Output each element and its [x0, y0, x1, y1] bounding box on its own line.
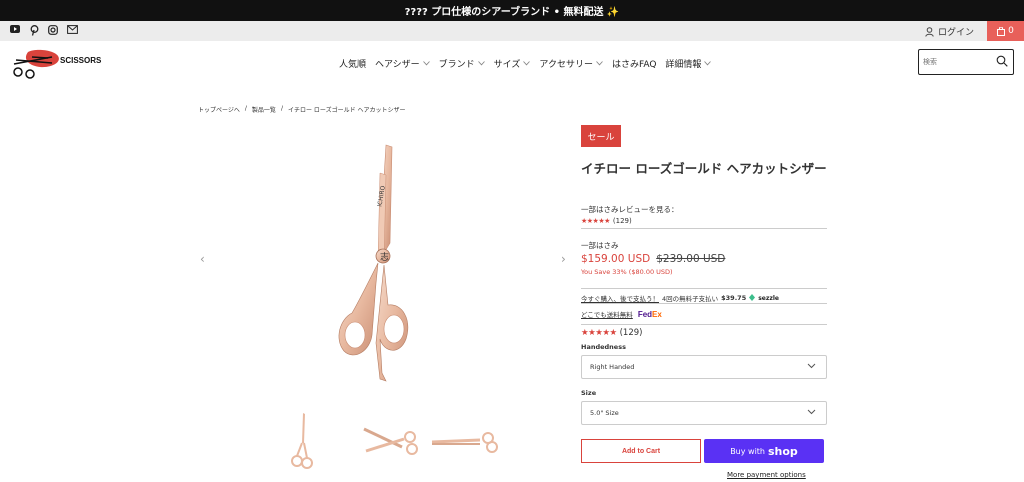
- nav-item-2[interactable]: ブランド: [439, 57, 485, 70]
- nav-item-5[interactable]: はさみFAQ: [612, 57, 656, 70]
- sezzle-brand: sezzle: [758, 294, 779, 302]
- nav-item-label: ヘアシザー: [375, 60, 420, 70]
- breadcrumb: トップページへ / 製品一覧 / イチロー ローズゴールド ヘアカットシザー: [198, 105, 405, 114]
- shop-pay-logo: shop: [768, 444, 798, 458]
- divider: [581, 303, 827, 304]
- review-summary-secondary[interactable]: ★★★★★ (129): [581, 328, 642, 338]
- chevron-down-icon: [523, 61, 531, 66]
- login-link[interactable]: ログイン: [925, 25, 974, 38]
- utility-bar: ログイン 0: [0, 21, 1024, 41]
- review-summary[interactable]: ★★★★★ (129): [581, 217, 632, 225]
- star-rating-icon: ★★★★★: [581, 217, 610, 225]
- product-main-image[interactable]: 志 ICHIRO: [322, 143, 418, 388]
- nav-item-label: はさみFAQ: [611, 60, 657, 70]
- user-icon: [925, 26, 934, 37]
- chevron-down-icon: [807, 409, 816, 417]
- main-nav: 人気順 ヘアシザー ブランド サイズ アクセサリー はさみFAQ 詳細情報: [339, 57, 712, 70]
- chevron-down-icon: [807, 363, 816, 371]
- search-box[interactable]: [918, 49, 1014, 75]
- chevron-down-icon: [704, 61, 712, 66]
- review-count: (129): [612, 217, 632, 225]
- chevron-down-icon: [422, 61, 430, 66]
- fedex-logo: FedEx: [637, 309, 662, 319]
- divider: [581, 324, 827, 325]
- handedness-label: Handedness: [581, 343, 626, 351]
- savings-text: You Save 33% ($80.00 USD): [581, 268, 673, 276]
- thumbnail-3[interactable]: [430, 430, 502, 458]
- sale-badge-label: セール: [587, 132, 615, 143]
- announcement-bar: ???? プロ仕様のシアーブランド • 無料配送 ✨: [0, 0, 1024, 21]
- search-input[interactable]: [923, 51, 993, 73]
- sale-price: $159.00 USD: [581, 253, 651, 265]
- divider: [581, 228, 827, 229]
- review-heading: 一部はさみレビューを見る：: [581, 205, 679, 214]
- breadcrumb-home[interactable]: トップページへ: [198, 105, 240, 114]
- logo-text: SCISSORS: [60, 56, 102, 65]
- nav-item-4[interactable]: アクセサリー: [539, 57, 603, 70]
- thumbnail-2[interactable]: [362, 425, 424, 463]
- nav-item-label: アクセサリー: [539, 60, 593, 70]
- review-count: (129): [619, 328, 643, 338]
- svg-text:志: 志: [380, 251, 389, 263]
- nav-item-6[interactable]: 詳細情報: [665, 57, 712, 70]
- youtube-icon[interactable]: [10, 25, 20, 36]
- divider: [581, 288, 827, 289]
- cart-button[interactable]: 0: [987, 21, 1024, 41]
- pinterest-icon[interactable]: [29, 25, 39, 36]
- sezzle-widget: 今すぐ購入、後で支払う！ 4回の無料子支払い $39.75 sezzle: [581, 293, 779, 303]
- more-payment-options-link[interactable]: More payment options: [727, 471, 806, 479]
- sezzle-text: 4回の無料子支払い: [662, 295, 719, 303]
- nav-item-1[interactable]: ヘアシザー: [375, 57, 430, 70]
- shopping-bag-icon: [997, 26, 1006, 36]
- size-label: Size: [581, 389, 597, 397]
- product-title: イチロー ローズゴールド ヘアカットシザー: [581, 161, 827, 176]
- handedness-select[interactable]: Right Handed: [581, 355, 827, 379]
- social-links: [10, 25, 78, 36]
- free-shipping-link[interactable]: どこでも送料無料: [581, 309, 633, 319]
- sezzle-logo-icon: [749, 293, 756, 303]
- shipping-info: どこでも送料無料 FedEx: [581, 309, 662, 320]
- sezzle-amount: $39.75: [721, 294, 747, 302]
- site-logo[interactable]: SCISSORS: [12, 48, 101, 82]
- cart-count: 0: [1008, 26, 1014, 36]
- sale-badge: セール: [581, 125, 621, 147]
- thumbnail-1[interactable]: [287, 413, 317, 479]
- prev-image-arrow[interactable]: ‹: [200, 252, 205, 266]
- nav-item-label: ブランド: [438, 60, 475, 70]
- nav-item-3[interactable]: サイズ: [494, 57, 531, 70]
- star-rating-icon: ★★★★★: [581, 328, 617, 338]
- size-value: 5.0" Size: [590, 409, 619, 417]
- chevron-down-icon: [596, 61, 603, 66]
- breadcrumb-separator: /: [244, 105, 247, 112]
- size-select[interactable]: 5.0" Size: [581, 401, 827, 425]
- next-image-arrow[interactable]: ›: [561, 252, 566, 266]
- announcement-text: ???? プロ仕様のシアーブランド • 無料配送 ✨: [404, 7, 620, 18]
- login-label: ログイン: [937, 28, 974, 38]
- nav-item-label: サイズ: [493, 60, 521, 70]
- shop-pay-button[interactable]: Buy with shop: [704, 439, 824, 463]
- sezzle-link[interactable]: 今すぐ購入、後で支払う！: [581, 293, 659, 303]
- price-block: $159.00 USD $239.00 USD: [581, 253, 725, 265]
- breadcrumb-products[interactable]: 製品一覧: [252, 105, 276, 114]
- search-icon[interactable]: [996, 55, 1008, 67]
- handedness-value: Right Handed: [590, 363, 635, 371]
- product-vendor: 一部はさみ: [581, 241, 619, 250]
- add-to-cart-button[interactable]: Add to Cart: [581, 439, 701, 463]
- nav-item-label: 詳細情報: [665, 60, 702, 70]
- buy-with-label: Buy with: [730, 446, 765, 456]
- compare-price: $239.00 USD: [656, 253, 726, 265]
- mail-icon[interactable]: [67, 25, 78, 36]
- chevron-down-icon: [477, 61, 485, 66]
- nav-item-0[interactable]: 人気順: [339, 57, 366, 70]
- instagram-icon[interactable]: [48, 25, 58, 36]
- breadcrumb-separator: /: [280, 105, 283, 112]
- breadcrumb-current: イチロー ローズゴールド ヘアカットシザー: [287, 107, 406, 114]
- nav-item-label: 人気順: [339, 60, 367, 70]
